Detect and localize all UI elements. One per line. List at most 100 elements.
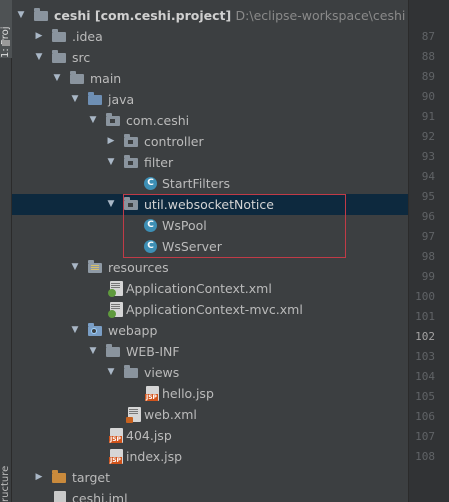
project-path: D:\eclipse-workspace\ceshi bbox=[235, 8, 406, 23]
tree-item-label: util.websocketNotice bbox=[144, 197, 274, 212]
tree-item-404-jsp[interactable]: 404.jsp bbox=[12, 425, 408, 446]
chevron-right-icon[interactable]: ▶ bbox=[34, 26, 44, 47]
chevron-down-icon[interactable]: ▼ bbox=[88, 341, 98, 362]
project-tree: ▼ ceshi [com.ceshi.project] D:\eclipse-w… bbox=[12, 0, 408, 502]
line-number: 87 bbox=[421, 30, 435, 43]
line-number: 90 bbox=[421, 90, 435, 103]
tree-item-label: webapp bbox=[108, 323, 158, 338]
line-number: 103 bbox=[415, 350, 435, 363]
tree-item-label: WsServer bbox=[162, 239, 222, 254]
folder-icon bbox=[52, 50, 66, 63]
line-number: 92 bbox=[421, 130, 435, 143]
tree-item-application-context[interactable]: ApplicationContext.xml bbox=[12, 278, 408, 299]
chevron-down-icon[interactable]: ▼ bbox=[16, 5, 26, 26]
tree-item-label: src bbox=[72, 50, 91, 65]
tree-item-label: 404.jsp bbox=[126, 428, 172, 443]
tree-item-main[interactable]: ▼ main bbox=[12, 68, 408, 89]
tree-item-src[interactable]: ▼ src bbox=[12, 47, 408, 68]
folder-icon bbox=[106, 344, 120, 357]
line-number: 95 bbox=[421, 190, 435, 203]
folder-tool-icon bbox=[2, 40, 10, 46]
tree-item-label: target bbox=[72, 470, 111, 485]
tree-item-label: StartFilters bbox=[162, 176, 231, 191]
tree-item-ws-server[interactable]: C WsServer bbox=[12, 236, 408, 257]
tree-item-label: .idea bbox=[72, 29, 103, 44]
line-number: 97 bbox=[421, 230, 435, 243]
package-icon bbox=[124, 134, 138, 147]
tree-item-label: ceshi.iml bbox=[72, 491, 128, 502]
tree-item-idea[interactable]: ▶ .idea bbox=[12, 26, 408, 47]
chevron-down-icon[interactable]: ▼ bbox=[52, 68, 62, 89]
chevron-down-icon[interactable]: ▼ bbox=[34, 47, 44, 68]
project-name: ceshi bbox=[54, 8, 91, 23]
resources-folder-icon bbox=[88, 260, 102, 273]
spring-xml-icon bbox=[108, 302, 123, 318]
tree-item-label: resources bbox=[108, 260, 169, 275]
tree-item-label: filter bbox=[144, 155, 174, 170]
tree-item-web-inf[interactable]: ▼ WEB-INF bbox=[12, 341, 408, 362]
tree-item-index-jsp[interactable]: index.jsp bbox=[12, 446, 408, 467]
chevron-right-icon[interactable]: ▶ bbox=[106, 131, 116, 152]
tool-window-strip: 1: Proj ructure bbox=[0, 0, 12, 502]
editor-gutter: 87 88 89 90 91 92 93 94 95 96 97 98 99 100 101 102 103 10… bbox=[408, 0, 449, 502]
tree-item-project-root[interactable]: ▼ ceshi [com.ceshi.project] D:\eclipse-w… bbox=[12, 5, 408, 26]
chevron-down-icon[interactable]: ▼ bbox=[106, 194, 116, 215]
tree-item-java[interactable]: ▼ java bbox=[12, 89, 408, 110]
tree-item-label: com.ceshi bbox=[126, 113, 190, 128]
tree-item-label: hello.jsp bbox=[162, 386, 214, 401]
line-number: 89 bbox=[421, 70, 435, 83]
chevron-down-icon[interactable]: ▼ bbox=[106, 362, 116, 383]
tree-item-webapp[interactable]: ▼ webapp bbox=[12, 320, 408, 341]
jsp-file-icon bbox=[109, 449, 123, 464]
chevron-down-icon[interactable]: ▼ bbox=[70, 89, 80, 110]
tree-item-resources[interactable]: ▼ resources bbox=[12, 257, 408, 278]
tree-item-ceshi-iml[interactable]: ceshi.iml bbox=[12, 488, 408, 502]
jsp-file-icon bbox=[109, 428, 123, 443]
tree-item-label: ApplicationContext.xml bbox=[126, 281, 272, 296]
project-module: [com.ceshi.project] bbox=[94, 8, 232, 23]
line-number: 93 bbox=[421, 150, 435, 163]
tree-item-util-websocket-notice[interactable]: ▼ util.websocketNotice bbox=[12, 194, 408, 215]
module-file-icon bbox=[54, 491, 66, 502]
line-number: 94 bbox=[421, 170, 435, 183]
xml-file-icon bbox=[126, 407, 141, 423]
package-icon bbox=[124, 155, 138, 168]
tree-item-com-ceshi[interactable]: ▼ com.ceshi bbox=[12, 110, 408, 131]
tree-item-label: web.xml bbox=[144, 407, 197, 422]
chevron-down-icon[interactable]: ▼ bbox=[70, 320, 80, 341]
excluded-folder-icon bbox=[52, 470, 66, 483]
tree-item-hello-jsp[interactable]: hello.jsp bbox=[12, 383, 408, 404]
project-tool-tab[interactable]: 1: Proj bbox=[0, 0, 12, 58]
tree-item-label: index.jsp bbox=[126, 449, 183, 464]
tree-item-controller[interactable]: ▶ controller bbox=[12, 131, 408, 152]
chevron-down-icon[interactable]: ▼ bbox=[106, 152, 116, 173]
structure-tool-tab[interactable]: ructure bbox=[0, 440, 12, 502]
tree-item-application-context-mvc[interactable]: ApplicationContext-mvc.xml bbox=[12, 299, 408, 320]
line-number: 98 bbox=[421, 250, 435, 263]
class-icon: C bbox=[144, 240, 157, 253]
tree-item-views[interactable]: ▼ views bbox=[12, 362, 408, 383]
tree-item-label: controller bbox=[144, 134, 204, 149]
tree-item-ws-pool[interactable]: C WsPool bbox=[12, 215, 408, 236]
jsp-file-icon bbox=[145, 386, 159, 401]
tree-item-web-xml[interactable]: web.xml bbox=[12, 404, 408, 425]
chevron-down-icon[interactable]: ▼ bbox=[70, 257, 80, 278]
tree-item-label: WEB-INF bbox=[126, 344, 180, 359]
web-folder-icon bbox=[88, 323, 102, 336]
line-number: 108 bbox=[415, 450, 435, 463]
tree-item-label: java bbox=[108, 92, 135, 107]
tree-item-label: views bbox=[144, 365, 180, 380]
line-number: 101 bbox=[415, 310, 435, 323]
folder-icon bbox=[70, 71, 84, 84]
tree-item-start-filters[interactable]: C StartFilters bbox=[12, 173, 408, 194]
line-number: 100 bbox=[415, 290, 435, 303]
tree-item-target[interactable]: ▶ target bbox=[12, 467, 408, 488]
folder-icon bbox=[124, 365, 138, 378]
tree-item-filter[interactable]: ▼ filter bbox=[12, 152, 408, 173]
line-number: 106 bbox=[415, 410, 435, 423]
line-number: 88 bbox=[421, 50, 435, 63]
chevron-down-icon[interactable]: ▼ bbox=[88, 110, 98, 131]
chevron-right-icon[interactable]: ▶ bbox=[34, 467, 44, 488]
tree-item-label: ApplicationContext-mvc.xml bbox=[126, 302, 303, 317]
line-number: 102 bbox=[415, 330, 435, 343]
